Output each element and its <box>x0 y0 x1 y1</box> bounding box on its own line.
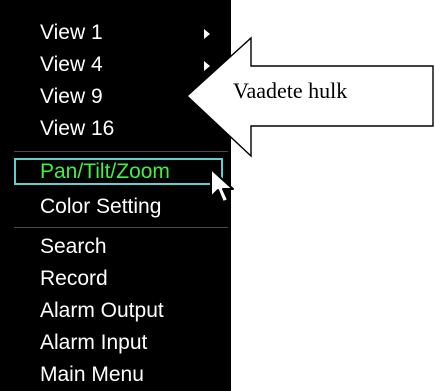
menu-item-alarm-output[interactable]: Alarm Output <box>40 296 164 326</box>
mouse-cursor-icon <box>210 168 234 203</box>
menu-separator <box>14 227 228 228</box>
annotation-text: Vaadete hulk <box>233 78 348 103</box>
menu-item-view-4[interactable]: View 4 <box>40 50 103 80</box>
menu-item-search[interactable]: Search <box>40 232 107 262</box>
menu-item-record[interactable]: Record <box>40 264 108 294</box>
menu-item-view-1[interactable]: View 1 <box>40 18 103 48</box>
menu-item-view-16[interactable]: View 16 <box>40 114 114 144</box>
menu-item-pan-tilt-zoom[interactable]: Pan/Tilt/Zoom <box>40 157 170 187</box>
menu-item-view-9[interactable]: View 9 <box>40 82 103 112</box>
menu-item-main-menu[interactable]: Main Menu <box>40 360 144 390</box>
menu-item-color-setting[interactable]: Color Setting <box>40 192 161 222</box>
menu-item-alarm-input[interactable]: Alarm Input <box>40 328 147 358</box>
